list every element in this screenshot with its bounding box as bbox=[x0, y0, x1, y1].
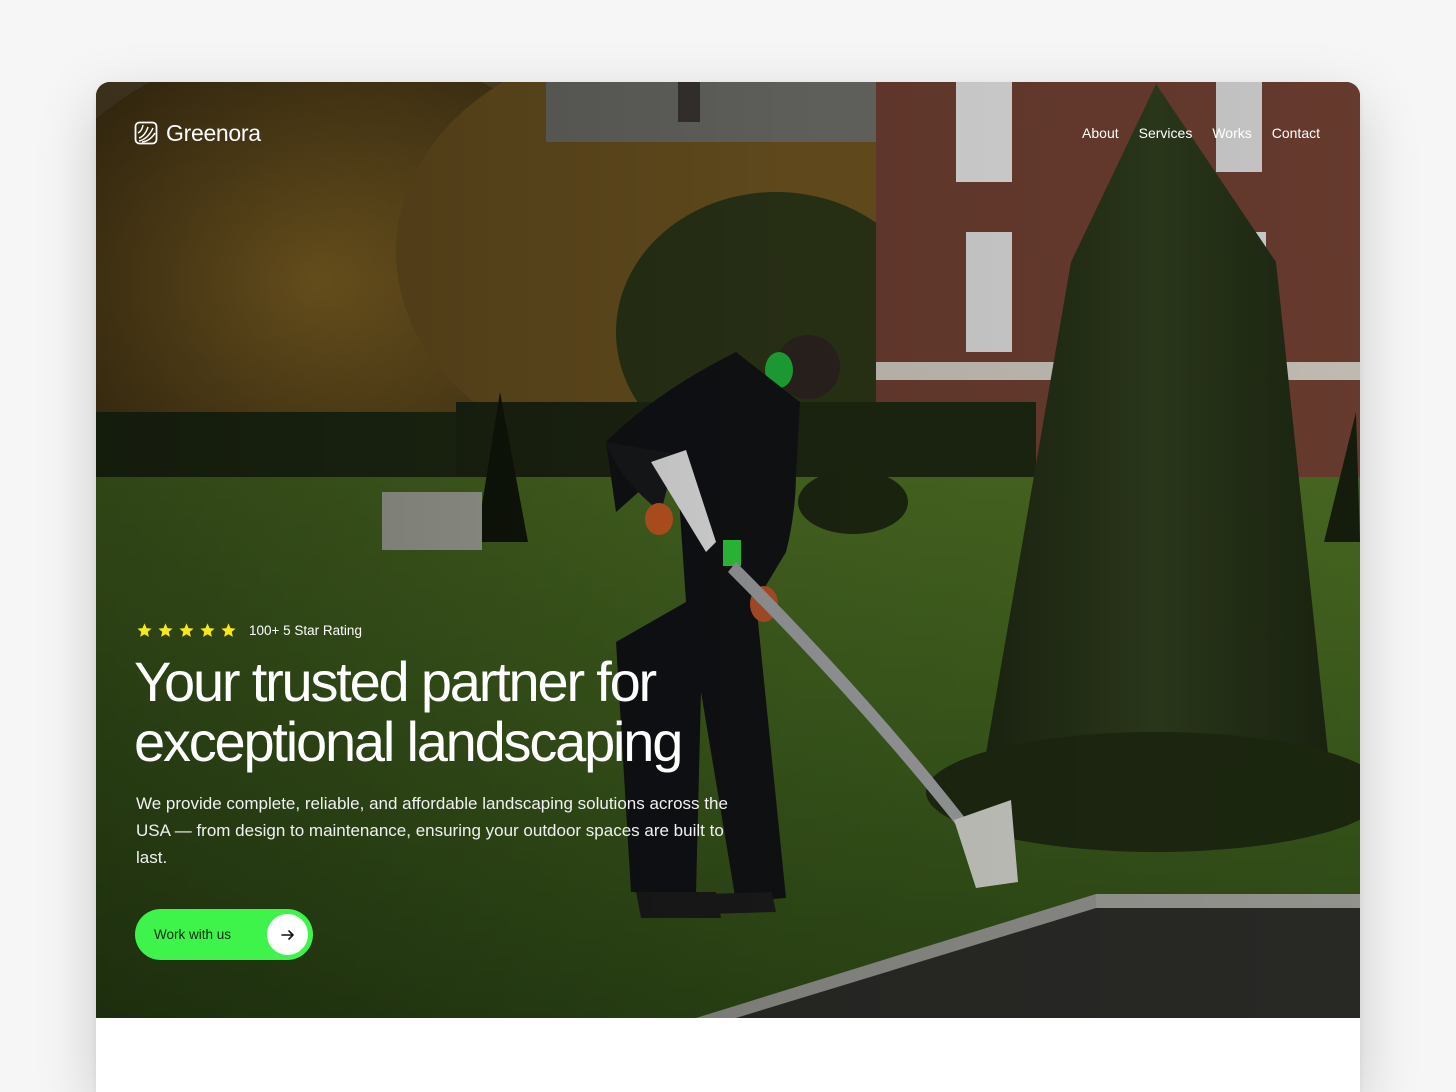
rating-text: 100+ 5 Star Rating bbox=[249, 623, 362, 638]
headline-line-2: exceptional landscaping bbox=[134, 710, 683, 773]
hero-section: Greenora About Services Works Contact 10… bbox=[96, 82, 1360, 1018]
brand-name: Greenora bbox=[166, 119, 261, 146]
headline-line-1: Your trusted partner for bbox=[134, 650, 657, 713]
star-icon bbox=[158, 623, 173, 637]
cta-label: Work with us bbox=[154, 927, 232, 942]
nav-services-link[interactable]: Services bbox=[1139, 125, 1193, 141]
hero-headline: Your trusted partner for exceptional lan… bbox=[134, 652, 894, 772]
rating-row: 100+ 5 Star Rating bbox=[136, 622, 362, 639]
nav-works-link[interactable]: Works bbox=[1212, 125, 1251, 141]
top-navigation: Greenora About Services Works Contact bbox=[134, 118, 1320, 148]
browser-frame: Greenora About Services Works Contact 10… bbox=[96, 82, 1360, 1092]
hero-overlay bbox=[96, 82, 1360, 1018]
star-icon bbox=[179, 623, 194, 637]
star-rating bbox=[136, 622, 237, 639]
hero-description: We provide complete, reliable, and affor… bbox=[136, 794, 728, 867]
star-icon bbox=[137, 623, 152, 637]
arrow-right-icon bbox=[267, 914, 308, 955]
brand[interactable]: Greenora bbox=[134, 120, 261, 147]
nav-menu: About Services Works Contact bbox=[1082, 125, 1320, 141]
work-with-us-button[interactable]: Work with us bbox=[135, 909, 313, 960]
nav-contact-link[interactable]: Contact bbox=[1272, 125, 1320, 141]
nav-about-link[interactable]: About bbox=[1082, 125, 1119, 141]
leaf-lines-icon bbox=[134, 121, 158, 145]
star-icon bbox=[221, 623, 236, 637]
star-icon bbox=[200, 623, 215, 637]
